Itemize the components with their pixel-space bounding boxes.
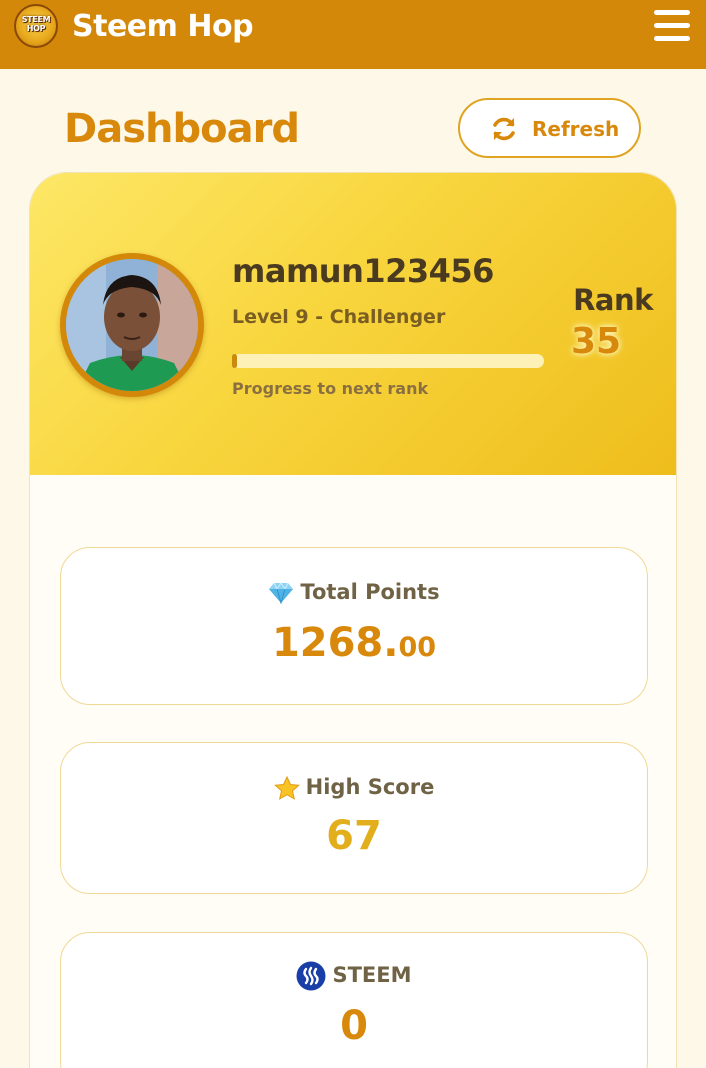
rank-label: Rank bbox=[573, 283, 653, 317]
steem-value: 0 bbox=[340, 1003, 368, 1049]
page-title: Dashboard bbox=[64, 106, 300, 152]
top-app-bar: STEEM HOP Steem Hop bbox=[0, 0, 706, 69]
rank-progress-fill bbox=[232, 354, 237, 368]
avatar-photo bbox=[66, 259, 198, 391]
star-icon bbox=[273, 775, 300, 800]
steem-logo-icon bbox=[296, 961, 326, 991]
profile-header: mamun123456 Level 9 - Challenger Progres… bbox=[30, 173, 676, 475]
gem-icon bbox=[269, 582, 294, 604]
rank-value: 35 bbox=[570, 321, 622, 362]
refresh-button[interactable]: Refresh bbox=[458, 98, 641, 158]
app-title[interactable]: Steem Hop bbox=[72, 6, 254, 48]
total-points-title: Total Points bbox=[300, 580, 440, 604]
high-score-card: High Score 67 bbox=[60, 742, 648, 894]
profile-card: mamun123456 Level 9 - Challenger Progres… bbox=[29, 172, 677, 1068]
steem-title: STEEM bbox=[332, 963, 412, 987]
progress-label: Progress to next rank bbox=[232, 379, 429, 398]
total-points-integer: 1268. bbox=[271, 620, 399, 666]
hamburger-menu-icon[interactable] bbox=[652, 8, 692, 44]
rank-progress-bar bbox=[232, 354, 544, 368]
steem-card: STEEM 0 bbox=[60, 932, 648, 1068]
total-points-card: Total Points 1268.00 bbox=[60, 547, 648, 705]
refresh-icon bbox=[493, 117, 515, 141]
refresh-label: Refresh bbox=[532, 117, 620, 141]
total-points-title-row: Total Points bbox=[61, 577, 647, 607]
avatar[interactable] bbox=[60, 253, 204, 397]
high-score-value: 67 bbox=[326, 813, 382, 859]
total-points-decimal: 00 bbox=[398, 632, 437, 663]
total-points-value: 1268.00 bbox=[61, 618, 647, 668]
steem-title-row: STEEM bbox=[61, 960, 647, 991]
high-score-title-row: High Score bbox=[61, 772, 647, 802]
username: mamun123456 bbox=[232, 252, 494, 290]
high-score-title: High Score bbox=[305, 775, 435, 799]
level-text: Level 9 - Challenger bbox=[232, 306, 446, 328]
app-logo[interactable]: STEEM HOP bbox=[14, 4, 58, 48]
logo-text: STEEM HOP bbox=[21, 15, 51, 33]
